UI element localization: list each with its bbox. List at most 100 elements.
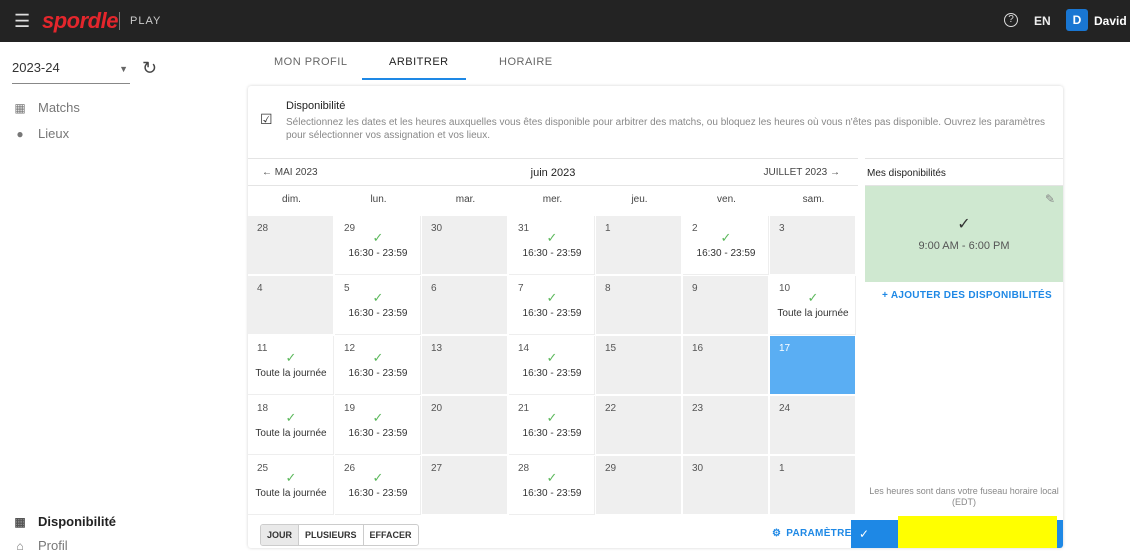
calendar-day[interactable]: 25 ✓ Toute la journée xyxy=(248,456,334,515)
day-hours: Toute la journée xyxy=(777,308,849,319)
edit-icon[interactable]: ✎ xyxy=(1045,192,1055,206)
calendar-day[interactable]: 13 xyxy=(422,336,508,395)
calendar-icon: ▦ xyxy=(14,515,26,529)
calendar-day[interactable]: 21 ✓ 16:30 - 23:59 xyxy=(509,396,595,455)
my-availabilities-title: Mes disponibilités xyxy=(865,158,1063,186)
sidebar-item-label: Matchs xyxy=(38,100,80,115)
sidebar-item-matchs[interactable]: ▦ Matchs xyxy=(12,100,80,120)
active-tab-indicator xyxy=(362,78,466,80)
sidebar-item-disponibilite[interactable]: ▦ Disponibilité xyxy=(12,514,116,534)
day-hours: 16:30 - 23:59 xyxy=(348,488,408,499)
calendar-day[interactable]: 14 ✓ 16:30 - 23:59 xyxy=(509,336,595,395)
calendar-day[interactable]: 20 xyxy=(422,396,508,455)
mode-jour-button[interactable]: JOUR xyxy=(261,525,300,545)
sidebar-item-profil[interactable]: ⌂ Profil xyxy=(12,538,68,558)
sidebar: 2023-24 ▼ ↻ ▦ Matchs ● Lieux ▦ Disponibilit… xyxy=(0,42,175,553)
next-month-button[interactable]: JUILLET 2023 → xyxy=(763,167,840,178)
day-hours: Toute la journée xyxy=(255,368,327,379)
help-icon[interactable]: ? xyxy=(1004,13,1018,27)
calendar-day[interactable]: 5 ✓ 16:30 - 23:59 xyxy=(335,276,421,335)
tab-horaire[interactable]: HORAIRE xyxy=(499,56,553,68)
calendar-day[interactable]: 22 xyxy=(596,396,682,455)
calendar-day[interactable]: 29 ✓ 16:30 - 23:59 xyxy=(335,216,421,275)
day-hours: 16:30 - 23:59 xyxy=(522,368,582,379)
weekday-header: lun. xyxy=(370,194,387,205)
weekday-header: ven. xyxy=(717,194,736,205)
calendar-day[interactable]: 16 xyxy=(683,336,769,395)
availability-slot[interactable]: ✎ ✓ 9:00 AM - 6:00 PM xyxy=(865,186,1063,282)
day-number: 17 xyxy=(779,343,791,354)
check-icon: ✓ xyxy=(372,350,384,365)
mode-plusieurs-button[interactable]: PLUSIEURS xyxy=(299,525,364,545)
check-icon: ✓ xyxy=(720,230,732,245)
calendar-day[interactable]: 7 ✓ 16:30 - 23:59 xyxy=(509,276,595,335)
check-icon: ✓ xyxy=(546,230,558,245)
prev-month-button[interactable]: ← MAI 2023 xyxy=(262,167,318,178)
check-icon: ✓ xyxy=(285,470,297,485)
sidebar-item-label: Disponibilité xyxy=(38,514,116,529)
calendar-day[interactable]: 17 xyxy=(770,336,856,395)
calendar-day[interactable]: 29 xyxy=(596,456,682,515)
calendar-day[interactable]: 8 xyxy=(596,276,682,335)
check-icon: ✓ xyxy=(372,410,384,425)
menu-icon[interactable]: ☰ xyxy=(14,12,30,30)
calendar-day[interactable]: 2 ✓ 16:30 - 23:59 xyxy=(683,216,769,275)
calendar-day[interactable]: 4 xyxy=(248,276,334,335)
product-name: PLAY xyxy=(130,15,162,27)
day-number: 20 xyxy=(431,403,443,414)
mode-effacer-button[interactable]: EFFACER xyxy=(364,525,418,545)
calendar-day[interactable]: 24 xyxy=(770,396,856,455)
divider xyxy=(119,12,120,30)
redaction-highlight xyxy=(898,516,1057,548)
day-hours: 16:30 - 23:59 xyxy=(522,428,582,439)
season-select[interactable]: 2023-24 ▼ xyxy=(12,60,130,84)
calendar-day[interactable]: 12 ✓ 16:30 - 23:59 xyxy=(335,336,421,395)
day-number: 3 xyxy=(779,223,785,234)
sidebar-item-label: Profil xyxy=(38,538,68,553)
calendar-day[interactable]: 31 ✓ 16:30 - 23:59 xyxy=(509,216,595,275)
check-icon: ✓ xyxy=(285,350,297,365)
day-number: 4 xyxy=(257,283,263,294)
user-name[interactable]: David xyxy=(1094,14,1127,28)
day-number: 22 xyxy=(605,403,617,414)
calendar-day[interactable]: 11 ✓ Toute la journée xyxy=(248,336,334,395)
calendar-day[interactable]: 28 xyxy=(248,216,334,275)
calendar-day[interactable]: 15 xyxy=(596,336,682,395)
settings-label: PARAMÈTRES xyxy=(786,528,859,539)
calendar-day[interactable]: 30 xyxy=(422,216,508,275)
calendar-day[interactable]: 23 xyxy=(683,396,769,455)
check-icon: ✓ xyxy=(372,290,384,305)
day-hours: 16:30 - 23:59 xyxy=(522,248,582,259)
brand-logo[interactable]: spordle xyxy=(42,8,118,34)
slot-range: 9:00 AM - 6:00 PM xyxy=(918,240,1010,252)
tab-mon-profil[interactable]: MON PROFIL xyxy=(274,56,347,68)
calendar-day[interactable]: 3 xyxy=(770,216,856,275)
avatar[interactable]: D xyxy=(1066,9,1088,31)
day-number: 23 xyxy=(692,403,704,414)
tab-arbitrer[interactable]: ARBITRER xyxy=(389,56,449,68)
calendar-day[interactable]: 6 xyxy=(422,276,508,335)
calendar-day[interactable]: 18 ✓ Toute la journée xyxy=(248,396,334,455)
day-number: 13 xyxy=(431,343,443,354)
calendar-day[interactable]: 10 ✓ Toute la journée xyxy=(770,276,856,335)
calendar-day[interactable]: 19 ✓ 16:30 - 23:59 xyxy=(335,396,421,455)
calendar-day[interactable]: 27 xyxy=(422,456,508,515)
calendar-day[interactable]: 28 ✓ 16:30 - 23:59 xyxy=(509,456,595,515)
day-hours: 16:30 - 23:59 xyxy=(348,368,408,379)
refresh-icon[interactable]: ↻ xyxy=(142,58,157,79)
check-icon: ✓ xyxy=(546,290,558,305)
sidebar-item-lieux[interactable]: ● Lieux xyxy=(12,126,69,146)
day-number: 29 xyxy=(605,463,617,474)
calendar-day[interactable]: 9 xyxy=(683,276,769,335)
calendar-day[interactable]: 1 xyxy=(770,456,856,515)
calendar-header: juin 2023 ← MAI 2023 JUILLET 2023 → xyxy=(248,158,858,186)
calendar-day[interactable]: 30 xyxy=(683,456,769,515)
add-availability-button[interactable]: + AJOUTER DES DISPONIBILITÉS xyxy=(882,290,1052,301)
calendar-day[interactable]: 26 ✓ 16:30 - 23:59 xyxy=(335,456,421,515)
day-hours: 16:30 - 23:59 xyxy=(696,248,756,259)
settings-button[interactable]: ⚙ PARAMÈTRES xyxy=(772,528,859,539)
language-toggle[interactable]: EN xyxy=(1034,14,1051,28)
calendar-day[interactable]: 1 xyxy=(596,216,682,275)
weekday-header: jeu. xyxy=(631,194,648,205)
check-icon: ✓ xyxy=(372,230,384,245)
